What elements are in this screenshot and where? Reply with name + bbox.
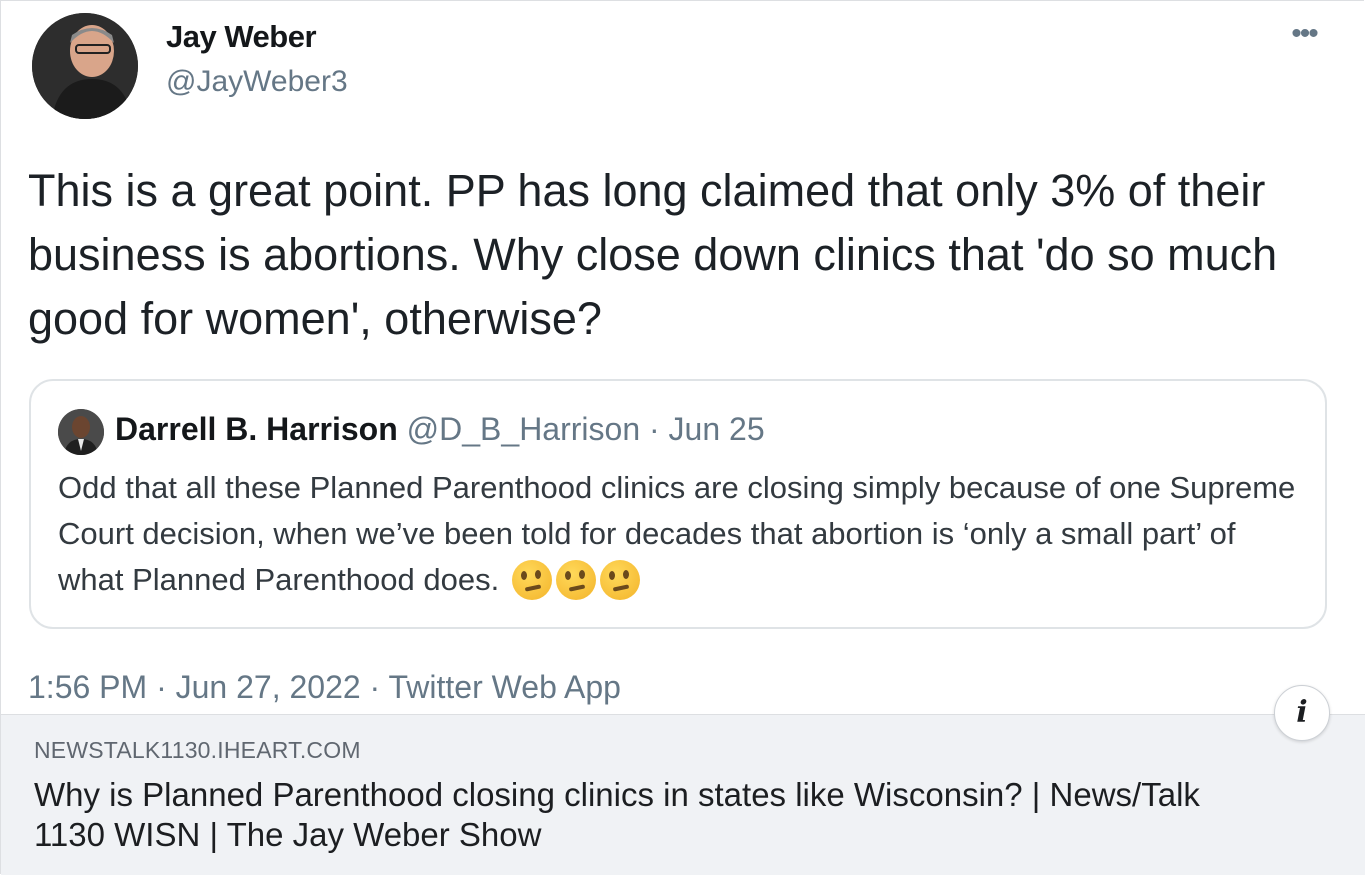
author-display-name[interactable]: Jay Weber (166, 19, 317, 55)
thinking-face-icon (555, 560, 596, 600)
tweet-timestamp: 1:56 PM · Jun 27, 2022 · Twitter Web App (28, 669, 621, 705)
link-domain: NEWSTALK1130.IHEART.COM (34, 737, 361, 763)
info-icon[interactable]: i (1274, 685, 1330, 741)
quoted-tweet-body: Odd that all these Planned Parenthood cl… (58, 470, 1296, 597)
more-options-icon[interactable]: ••• (1284, 19, 1324, 59)
quoted-author-avatar (58, 409, 104, 455)
link-headline[interactable]: Why is Planned Parenthood closing clinic… (34, 775, 1264, 855)
link-preview-card[interactable]: NEWSTALK1130.IHEART.COM Why is Planned P… (1, 714, 1365, 875)
quoted-tweet-date: · Jun 25 (640, 411, 765, 447)
tweet-text: This is a great point. PP has long claim… (28, 165, 1278, 344)
quoted-tweet-text: Odd that all these Planned Parenthood cl… (58, 465, 1308, 603)
thinking-face-icon (511, 560, 552, 600)
quoted-author-name[interactable]: Darrell B. Harrison (115, 411, 398, 447)
quoted-tweet-header: Darrell B. Harrison @D_B_Harrison · Jun … (115, 411, 765, 448)
author-handle[interactable]: @JayWeber3 (166, 65, 348, 99)
facebook-link-post: Jay Weber @JayWeber3 ••• This is a great… (0, 0, 1365, 875)
tweet-screenshot[interactable]: Jay Weber @JayWeber3 ••• This is a great… (1, 1, 1365, 714)
quoted-author-handle[interactable]: @D_B_Harrison (407, 411, 640, 447)
thinking-face-icon (599, 560, 640, 600)
author-avatar (32, 13, 138, 119)
quoted-tweet[interactable]: Darrell B. Harrison @D_B_Harrison · Jun … (29, 379, 1327, 629)
